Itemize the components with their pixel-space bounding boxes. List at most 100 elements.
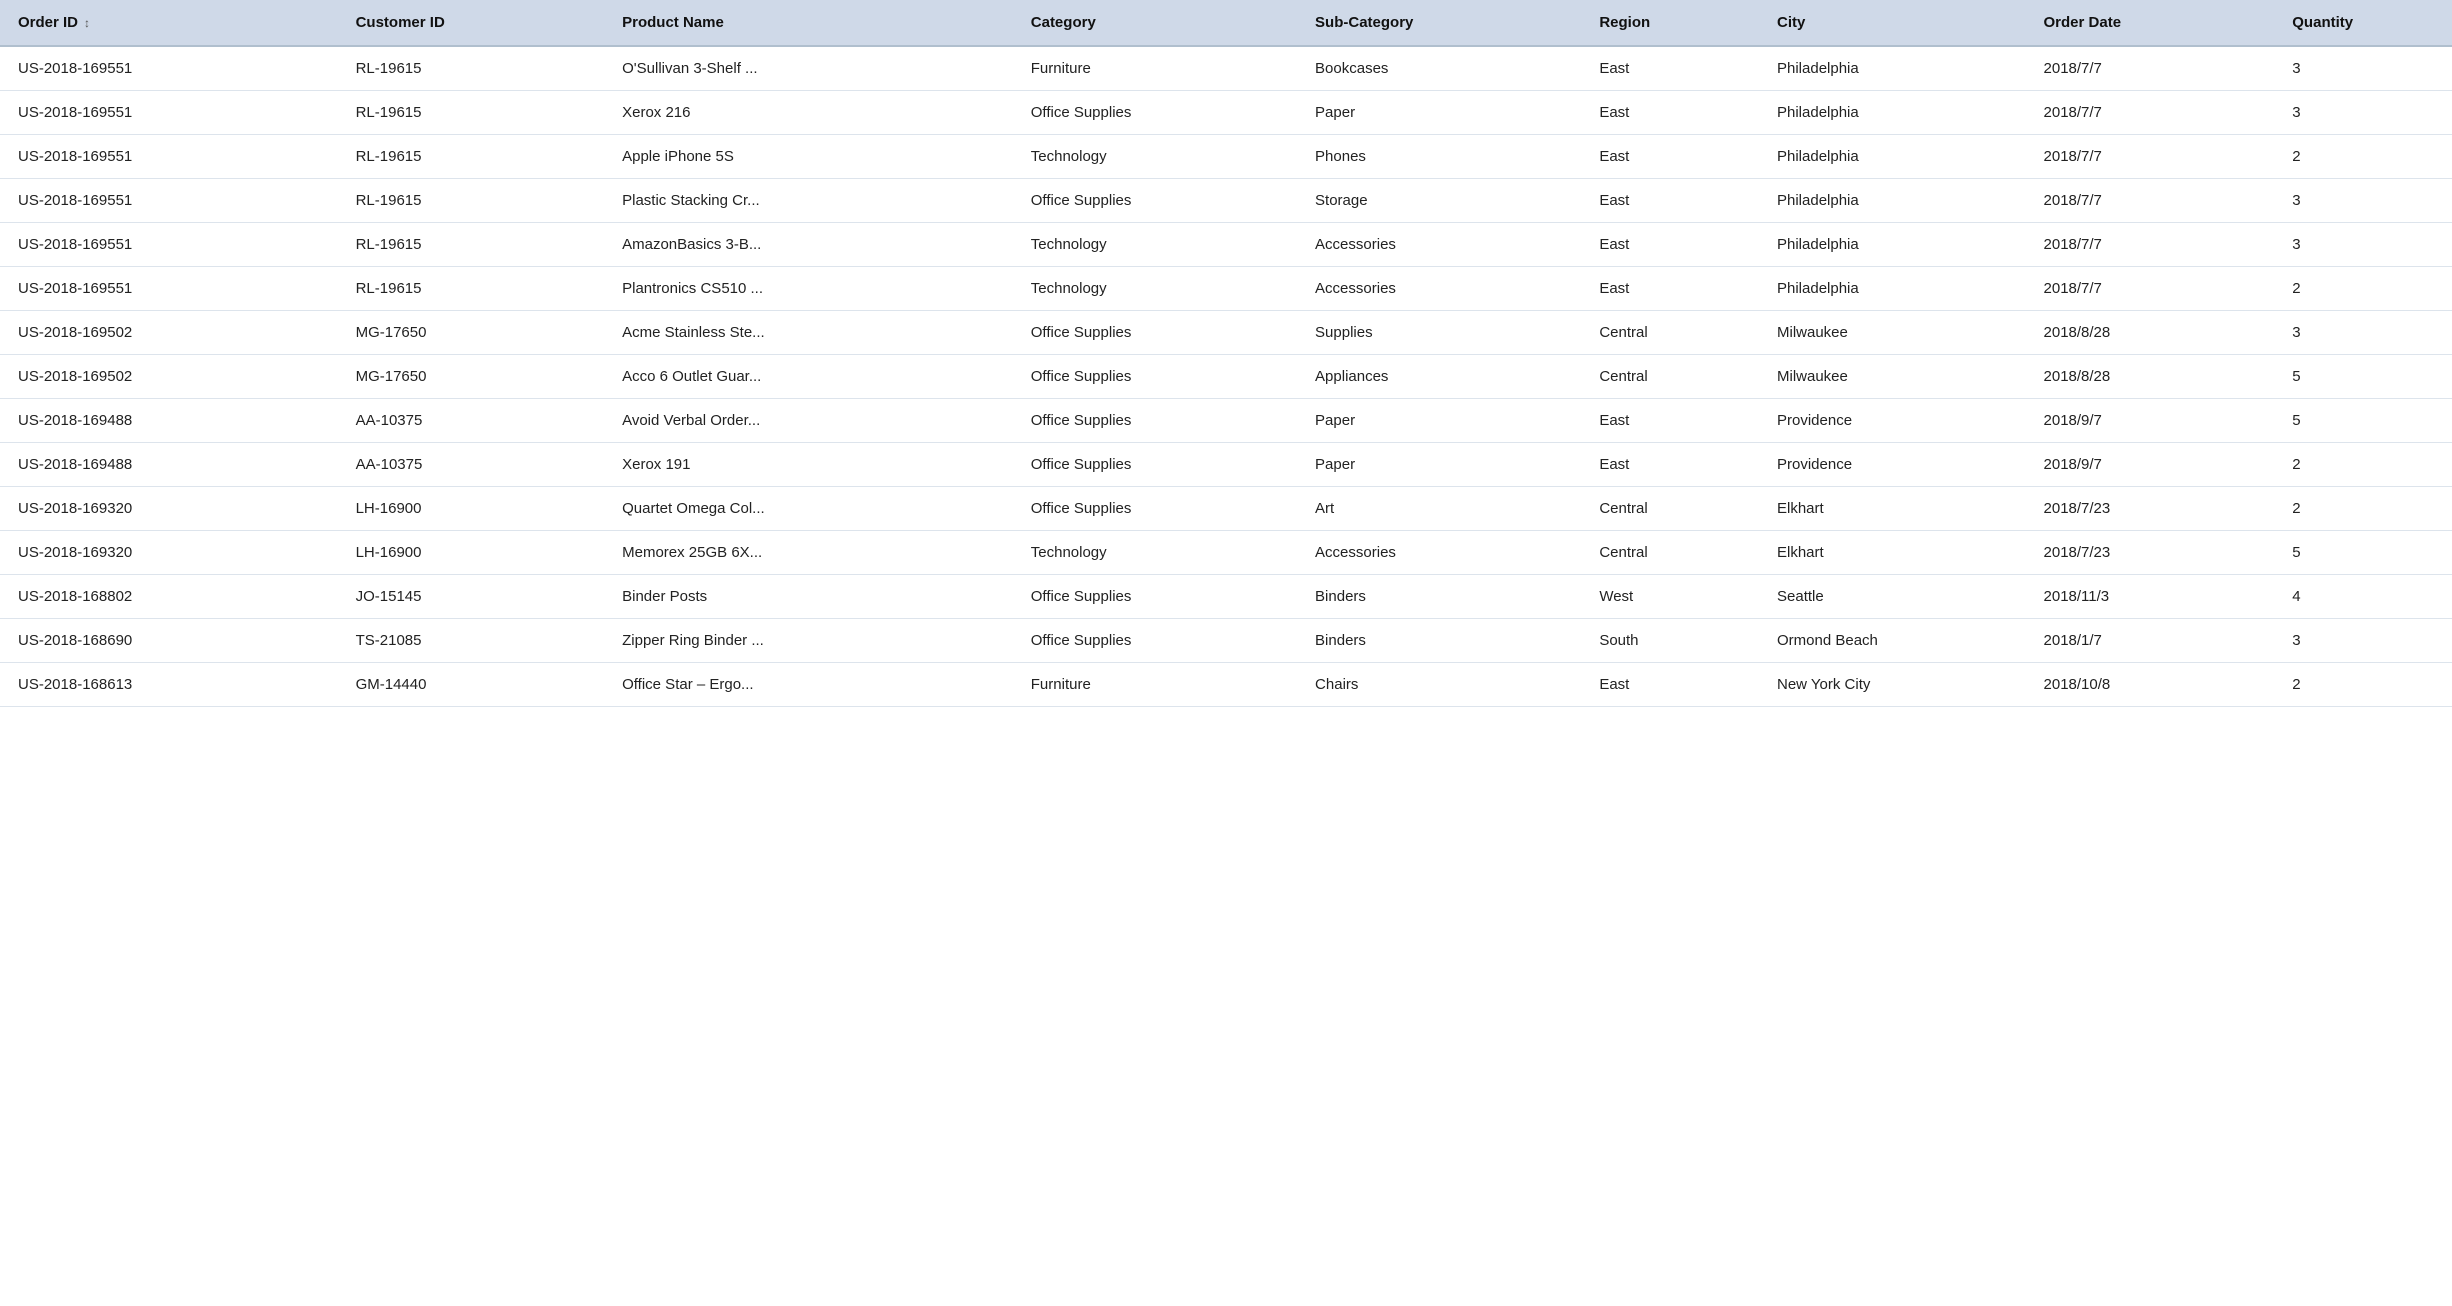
cell-customer_id: JO-15145 bbox=[338, 575, 605, 619]
cell-order_date: 2018/1/7 bbox=[2026, 619, 2275, 663]
cell-order_id: US-2018-169551 bbox=[0, 135, 338, 179]
table-row[interactable]: US-2018-168690TS-21085Zipper Ring Binder… bbox=[0, 619, 2452, 663]
column-header-category: Category bbox=[1013, 0, 1297, 46]
cell-category: Office Supplies bbox=[1013, 575, 1297, 619]
column-header-region: Region bbox=[1581, 0, 1759, 46]
cell-quantity: 3 bbox=[2274, 179, 2452, 223]
cell-sub_category: Accessories bbox=[1297, 223, 1581, 267]
cell-sub_category: Art bbox=[1297, 487, 1581, 531]
cell-region: Central bbox=[1581, 487, 1759, 531]
cell-quantity: 5 bbox=[2274, 355, 2452, 399]
table-row[interactable]: US-2018-169551RL-19615Plastic Stacking C… bbox=[0, 179, 2452, 223]
cell-region: East bbox=[1581, 91, 1759, 135]
cell-category: Technology bbox=[1013, 223, 1297, 267]
cell-sub_category: Binders bbox=[1297, 575, 1581, 619]
data-table: Order ID↕Customer IDProduct NameCategory… bbox=[0, 0, 2452, 707]
cell-product_name: Acme Stainless Ste... bbox=[604, 311, 1013, 355]
cell-region: South bbox=[1581, 619, 1759, 663]
cell-city: Milwaukee bbox=[1759, 355, 2026, 399]
cell-city: Elkhart bbox=[1759, 487, 2026, 531]
cell-order_date: 2018/9/7 bbox=[2026, 399, 2275, 443]
cell-category: Office Supplies bbox=[1013, 443, 1297, 487]
table-row[interactable]: US-2018-169502MG-17650Acme Stainless Ste… bbox=[0, 311, 2452, 355]
cell-region: East bbox=[1581, 267, 1759, 311]
cell-order_date: 2018/7/7 bbox=[2026, 267, 2275, 311]
cell-quantity: 2 bbox=[2274, 443, 2452, 487]
cell-category: Office Supplies bbox=[1013, 311, 1297, 355]
cell-sub_category: Phones bbox=[1297, 135, 1581, 179]
cell-sub_category: Binders bbox=[1297, 619, 1581, 663]
cell-order_date: 2018/8/28 bbox=[2026, 311, 2275, 355]
table-row[interactable]: US-2018-169488AA-10375Xerox 191Office Su… bbox=[0, 443, 2452, 487]
cell-order_id: US-2018-169488 bbox=[0, 399, 338, 443]
header-row: Order ID↕Customer IDProduct NameCategory… bbox=[0, 0, 2452, 46]
cell-order_id: US-2018-168802 bbox=[0, 575, 338, 619]
cell-order_id: US-2018-169502 bbox=[0, 311, 338, 355]
cell-customer_id: RL-19615 bbox=[338, 267, 605, 311]
cell-category: Office Supplies bbox=[1013, 487, 1297, 531]
cell-product_name: Acco 6 Outlet Guar... bbox=[604, 355, 1013, 399]
sort-icon-order_id: ↕ bbox=[84, 16, 90, 30]
cell-product_name: Binder Posts bbox=[604, 575, 1013, 619]
cell-sub_category: Paper bbox=[1297, 91, 1581, 135]
cell-product_name: Memorex 25GB 6X... bbox=[604, 531, 1013, 575]
column-header-order_date: Order Date bbox=[2026, 0, 2275, 46]
cell-customer_id: AA-10375 bbox=[338, 443, 605, 487]
table-row[interactable]: US-2018-169551RL-19615Plantronics CS510 … bbox=[0, 267, 2452, 311]
column-header-product_name: Product Name bbox=[604, 0, 1013, 46]
cell-order_date: 2018/7/7 bbox=[2026, 91, 2275, 135]
cell-customer_id: MG-17650 bbox=[338, 355, 605, 399]
cell-order_id: US-2018-169551 bbox=[0, 46, 338, 91]
cell-sub_category: Appliances bbox=[1297, 355, 1581, 399]
cell-region: Central bbox=[1581, 311, 1759, 355]
cell-order_id: US-2018-169488 bbox=[0, 443, 338, 487]
table-row[interactable]: US-2018-169488AA-10375Avoid Verbal Order… bbox=[0, 399, 2452, 443]
cell-quantity: 3 bbox=[2274, 46, 2452, 91]
cell-quantity: 5 bbox=[2274, 399, 2452, 443]
cell-category: Furniture bbox=[1013, 663, 1297, 707]
cell-region: East bbox=[1581, 135, 1759, 179]
cell-city: Ormond Beach bbox=[1759, 619, 2026, 663]
table-row[interactable]: US-2018-168613GM-14440Office Star – Ergo… bbox=[0, 663, 2452, 707]
cell-customer_id: TS-21085 bbox=[338, 619, 605, 663]
cell-city: Elkhart bbox=[1759, 531, 2026, 575]
cell-order_date: 2018/9/7 bbox=[2026, 443, 2275, 487]
cell-order_date: 2018/7/7 bbox=[2026, 223, 2275, 267]
table-row[interactable]: US-2018-169551RL-19615Apple iPhone 5STec… bbox=[0, 135, 2452, 179]
cell-customer_id: AA-10375 bbox=[338, 399, 605, 443]
column-header-quantity: Quantity bbox=[2274, 0, 2452, 46]
table-row[interactable]: US-2018-169551RL-19615Xerox 216Office Su… bbox=[0, 91, 2452, 135]
cell-customer_id: RL-19615 bbox=[338, 91, 605, 135]
table-row[interactable]: US-2018-169551RL-19615O'Sullivan 3-Shelf… bbox=[0, 46, 2452, 91]
cell-region: East bbox=[1581, 443, 1759, 487]
table-row[interactable]: US-2018-169551RL-19615AmazonBasics 3-B..… bbox=[0, 223, 2452, 267]
table-row[interactable]: US-2018-169320LH-16900Memorex 25GB 6X...… bbox=[0, 531, 2452, 575]
cell-city: Milwaukee bbox=[1759, 311, 2026, 355]
cell-order_date: 2018/7/23 bbox=[2026, 487, 2275, 531]
table-row[interactable]: US-2018-169320LH-16900Quartet Omega Col.… bbox=[0, 487, 2452, 531]
cell-customer_id: MG-17650 bbox=[338, 311, 605, 355]
cell-order_id: US-2018-168690 bbox=[0, 619, 338, 663]
cell-sub_category: Bookcases bbox=[1297, 46, 1581, 91]
cell-customer_id: RL-19615 bbox=[338, 223, 605, 267]
cell-sub_category: Accessories bbox=[1297, 531, 1581, 575]
column-header-sub_category: Sub-Category bbox=[1297, 0, 1581, 46]
cell-quantity: 2 bbox=[2274, 663, 2452, 707]
cell-city: Philadelphia bbox=[1759, 179, 2026, 223]
cell-sub_category: Accessories bbox=[1297, 267, 1581, 311]
cell-city: Philadelphia bbox=[1759, 46, 2026, 91]
cell-category: Office Supplies bbox=[1013, 619, 1297, 663]
cell-region: East bbox=[1581, 223, 1759, 267]
cell-customer_id: LH-16900 bbox=[338, 531, 605, 575]
cell-product_name: Plastic Stacking Cr... bbox=[604, 179, 1013, 223]
cell-region: West bbox=[1581, 575, 1759, 619]
column-header-city: City bbox=[1759, 0, 2026, 46]
column-header-order_id[interactable]: Order ID↕ bbox=[0, 0, 338, 46]
table-header: Order ID↕Customer IDProduct NameCategory… bbox=[0, 0, 2452, 46]
cell-sub_category: Chairs bbox=[1297, 663, 1581, 707]
cell-order_id: US-2018-168613 bbox=[0, 663, 338, 707]
table-row[interactable]: US-2018-169502MG-17650Acco 6 Outlet Guar… bbox=[0, 355, 2452, 399]
table-row[interactable]: US-2018-168802JO-15145Binder PostsOffice… bbox=[0, 575, 2452, 619]
cell-sub_category: Paper bbox=[1297, 443, 1581, 487]
cell-city: New York City bbox=[1759, 663, 2026, 707]
